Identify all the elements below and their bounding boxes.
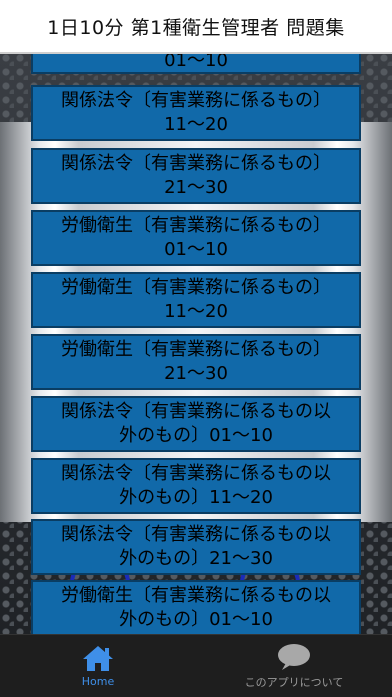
menu-item-range: 21～30: [164, 177, 228, 198]
menu-item-set-6[interactable]: 労働衛生〔有害業務に係るもの〕 21～30: [31, 334, 361, 390]
home-icon: [83, 646, 113, 671]
menu-item-label: 関係法令〔有害業務に係るもの以: [61, 463, 331, 484]
title-bar: 1日10分 第1種衛生管理者 問題集: [0, 0, 392, 54]
menu-item-range: 外のもの〕01～10: [119, 609, 273, 630]
menu-item-label: 労働衛生〔有害業務に係るもの以: [61, 585, 331, 606]
menu-item-label: 01～10: [164, 52, 228, 71]
menu-item-range: 外のもの〕11～20: [119, 487, 273, 508]
menu-item-range: 11～20: [164, 301, 228, 322]
menu-item-set-9[interactable]: 関係法令〔有害業務に係るもの以 外のもの〕21～30: [31, 519, 361, 575]
menu-item-set-7[interactable]: 関係法令〔有害業務に係るもの以 外のもの〕01～10: [31, 396, 361, 452]
menu-item-label: 関係法令〔有害業務に係るもの以: [61, 524, 331, 545]
tab-about-label: このアプリについて: [244, 675, 344, 689]
menu-item-set-2[interactable]: 関係法令〔有害業務に係るもの〕 11～20: [31, 85, 361, 141]
bottom-tab-bar: Home このアプリについて: [0, 634, 392, 697]
menu-item-set-3[interactable]: 関係法令〔有害業務に係るもの〕 21～30: [31, 148, 361, 204]
tab-home[interactable]: Home: [0, 635, 196, 697]
speech-bubble-icon: [278, 643, 310, 670]
menu-item-label: 労働衛生〔有害業務に係るもの〕: [61, 339, 331, 360]
menu-item-set-10[interactable]: 労働衛生〔有害業務に係るもの以 外のもの〕01～10: [31, 580, 361, 634]
menu-item-set-4[interactable]: 労働衛生〔有害業務に係るもの〕 01～10: [31, 210, 361, 266]
tab-home-label: Home: [81, 675, 115, 688]
menu-item-label: 関係法令〔有害業務に係るもの以: [61, 401, 331, 422]
menu-item-label: 関係法令〔有害業務に係るもの〕: [61, 90, 331, 111]
menu-item-range: 11～20: [164, 114, 228, 135]
menu-item-range: 外のもの〕01～10: [119, 425, 273, 446]
menu-scroll-area[interactable]: 01～10 関係法令〔有害業務に係るもの〕 11～20 関係法令〔有害業務に係る…: [0, 52, 392, 634]
menu-item-label: 労働衛生〔有害業務に係るもの〕: [61, 277, 331, 298]
menu-item-label: 労働衛生〔有害業務に係るもの〕: [61, 215, 331, 236]
app-title: 1日10分 第1種衛生管理者 問題集: [47, 16, 345, 39]
menu-item-range: 01～10: [164, 239, 228, 260]
menu-item-label: 関係法令〔有害業務に係るもの〕: [61, 153, 331, 174]
menu-item-range: 21～30: [164, 363, 228, 384]
tab-about-app[interactable]: このアプリについて: [196, 635, 392, 697]
menu-item-set-5[interactable]: 労働衛生〔有害業務に係るもの〕 11～20: [31, 272, 361, 328]
menu-item-set-1[interactable]: 01～10: [31, 52, 361, 74]
menu-item-range: 外のもの〕21～30: [119, 548, 273, 569]
menu-item-set-8[interactable]: 関係法令〔有害業務に係るもの以 外のもの〕11～20: [31, 458, 361, 514]
